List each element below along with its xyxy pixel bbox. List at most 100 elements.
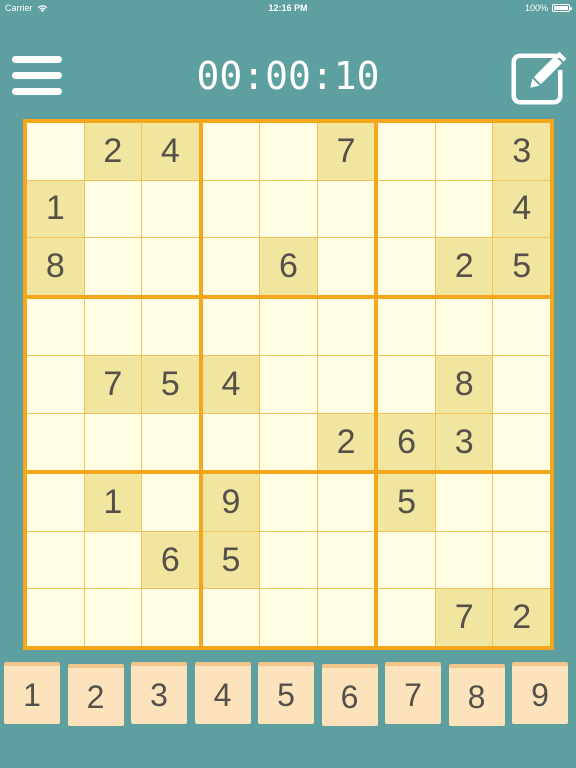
sudoku-cell[interactable]: 7 — [84, 356, 142, 413]
sudoku-cell[interactable] — [142, 413, 199, 471]
sudoku-cell[interactable] — [317, 356, 375, 413]
sudoku-cell[interactable]: 8 — [435, 356, 493, 413]
sudoku-cell[interactable] — [435, 180, 493, 238]
sudoku-cell[interactable] — [27, 531, 84, 589]
sudoku-cell[interactable] — [435, 123, 493, 180]
sudoku-cell[interactable] — [317, 589, 375, 646]
number-key-8[interactable]: 8 — [448, 664, 505, 726]
sudoku-cell[interactable]: 3 — [435, 413, 493, 471]
sudoku-cell[interactable] — [84, 531, 142, 589]
sudoku-cell[interactable]: 1 — [84, 474, 142, 531]
sudoku-cell[interactable] — [27, 589, 84, 646]
sudoku-cell[interactable] — [260, 356, 317, 413]
sudoku-cell[interactable]: 5 — [142, 356, 199, 413]
sudoku-cell[interactable]: 4 — [142, 123, 199, 180]
sudoku-cell[interactable]: 2 — [493, 589, 550, 646]
sudoku-cell[interactable]: 8 — [27, 238, 84, 295]
sudoku-cell[interactable] — [142, 589, 199, 646]
sudoku-cell[interactable] — [142, 238, 199, 295]
sudoku-cell[interactable] — [493, 531, 550, 589]
sudoku-cell[interactable]: 6 — [260, 238, 317, 295]
sudoku-cell[interactable] — [27, 356, 84, 413]
sudoku-cell[interactable] — [84, 589, 142, 646]
number-key-2[interactable]: 2 — [67, 664, 124, 726]
sudoku-cell[interactable]: 2 — [84, 123, 142, 180]
sudoku-cell[interactable] — [317, 238, 375, 295]
sudoku-cell[interactable]: 7 — [317, 123, 375, 180]
sudoku-cell[interactable] — [202, 413, 260, 471]
sudoku-cell[interactable] — [27, 474, 84, 531]
sudoku-cell[interactable] — [435, 298, 493, 356]
sudoku-cell[interactable] — [84, 298, 142, 356]
sudoku-cell[interactable] — [493, 356, 550, 413]
sudoku-cell[interactable] — [260, 123, 317, 180]
sudoku-cell[interactable] — [27, 298, 84, 356]
sudoku-cell[interactable] — [435, 531, 493, 589]
sudoku-cell[interactable] — [378, 356, 435, 413]
sudoku-cell[interactable] — [84, 413, 142, 471]
edit-button[interactable] — [510, 48, 570, 106]
sudoku-cell[interactable] — [260, 531, 317, 589]
sudoku-cell[interactable] — [142, 474, 199, 531]
sudoku-cell[interactable] — [378, 238, 435, 295]
sudoku-cell[interactable]: 4 — [202, 356, 260, 413]
sudoku-cell[interactable]: 2 — [435, 238, 493, 295]
sudoku-cell[interactable]: 2 — [317, 413, 375, 471]
sudoku-cell[interactable]: 4 — [493, 180, 550, 238]
sudoku-cell[interactable] — [493, 413, 550, 471]
sudoku-box: 3425 — [378, 123, 550, 295]
sudoku-cell[interactable] — [378, 589, 435, 646]
sudoku-cell[interactable] — [317, 474, 375, 531]
number-key-4[interactable]: 4 — [194, 662, 251, 724]
sudoku-cell[interactable] — [260, 298, 317, 356]
sudoku-box: 76 — [202, 123, 375, 295]
sudoku-cell[interactable] — [493, 474, 550, 531]
sudoku-cell[interactable]: 6 — [378, 413, 435, 471]
sudoku-cell[interactable] — [317, 180, 375, 238]
number-key-3[interactable]: 3 — [131, 662, 187, 724]
number-key-6[interactable]: 6 — [321, 664, 378, 726]
sudoku-cell[interactable] — [84, 180, 142, 238]
battery-percent: 100% — [524, 3, 548, 13]
sudoku-cell[interactable] — [27, 123, 84, 180]
sudoku-cell[interactable] — [378, 298, 435, 356]
sudoku-cell[interactable] — [260, 474, 317, 531]
sudoku-cell[interactable] — [317, 531, 375, 589]
sudoku-cell[interactable] — [260, 589, 317, 646]
sudoku-cell[interactable] — [493, 298, 550, 356]
sudoku-box: 42 — [202, 298, 375, 471]
sudoku-cell[interactable] — [378, 123, 435, 180]
number-key-5[interactable]: 5 — [258, 662, 314, 724]
sudoku-cell[interactable] — [202, 180, 260, 238]
sudoku-cell[interactable]: 9 — [202, 474, 260, 531]
sudoku-cell[interactable]: 5 — [202, 531, 260, 589]
sudoku-cell[interactable]: 6 — [142, 531, 199, 589]
sudoku-cell[interactable] — [142, 298, 199, 356]
sudoku-cell[interactable] — [202, 238, 260, 295]
sudoku-cell[interactable] — [142, 180, 199, 238]
number-key-1[interactable]: 1 — [4, 662, 60, 724]
sudoku-cell[interactable]: 5 — [378, 474, 435, 531]
sudoku-cell[interactable] — [202, 589, 260, 646]
sudoku-cell[interactable] — [317, 298, 375, 356]
sudoku-cell[interactable]: 1 — [27, 180, 84, 238]
sudoku-cell[interactable] — [260, 413, 317, 471]
sudoku-cell[interactable] — [378, 531, 435, 589]
sudoku-cell[interactable] — [378, 180, 435, 238]
menu-button[interactable] — [12, 54, 62, 98]
sudoku-cell[interactable] — [202, 123, 260, 180]
sudoku-box: 16 — [27, 474, 199, 646]
pencil-edit-icon — [511, 51, 568, 105]
sudoku-cell[interactable]: 5 — [493, 238, 550, 295]
sudoku-cell[interactable]: 7 — [435, 589, 493, 646]
elapsed-timer: 00:00:10 — [196, 54, 380, 98]
sudoku-cell[interactable] — [435, 474, 493, 531]
sudoku-cell[interactable] — [84, 238, 142, 295]
sudoku-cell[interactable] — [27, 413, 84, 471]
sudoku-cell[interactable]: 3 — [493, 123, 550, 180]
number-key-7[interactable]: 7 — [385, 662, 441, 724]
sudoku-cell[interactable] — [202, 298, 260, 356]
battery-icon — [552, 4, 572, 12]
sudoku-cell[interactable] — [260, 180, 317, 238]
number-key-9[interactable]: 9 — [512, 662, 568, 724]
